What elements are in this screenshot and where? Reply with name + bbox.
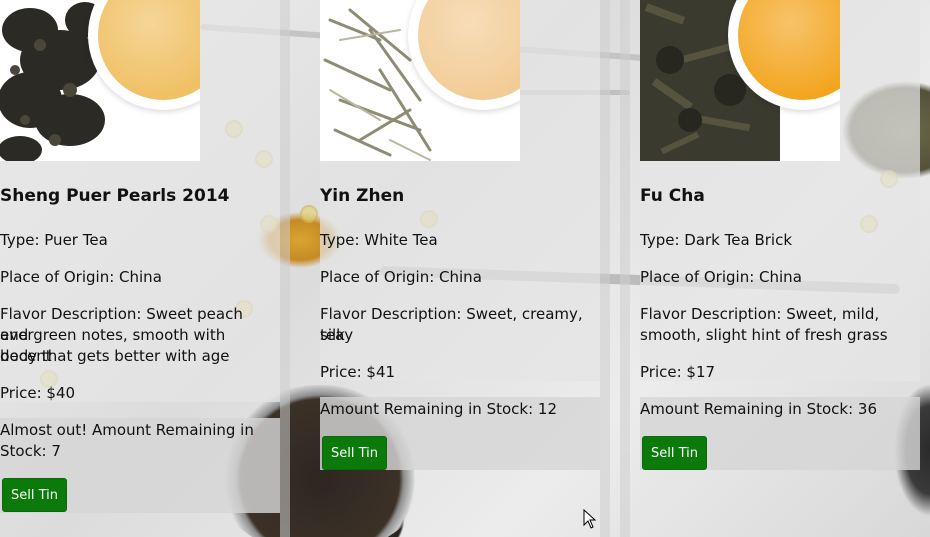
product-origin: Place of Origin: China [0, 268, 162, 286]
product-image [640, 0, 840, 161]
sell-tin-button[interactable]: Sell Tin [2, 478, 67, 512]
column-divider [620, 0, 630, 537]
product-origin: Place of Origin: China [320, 268, 482, 286]
product-title: Sheng Puer Pearls 2014 [0, 186, 230, 206]
column-divider [600, 0, 610, 537]
product-flavor: Flavor Description: Sweet, mild, [640, 305, 880, 323]
stock-count: Amount Remaining in Stock: 12 [320, 400, 557, 418]
product-price: Price: $17 [640, 363, 716, 381]
product-price: Price: $40 [0, 384, 76, 402]
product-flavor: body that gets better with age [0, 347, 230, 365]
product-title: Fu Cha [640, 186, 705, 206]
product-origin: Place of Origin: China [640, 268, 802, 286]
product-type: Type: White Tea [320, 231, 438, 249]
stock-count: Stock: 7 [0, 442, 61, 460]
product-image [320, 0, 520, 161]
product-flavor: smooth, slight hint of fresh grass [640, 326, 888, 344]
sell-tin-button[interactable]: Sell Tin [322, 436, 387, 470]
column-divider [280, 0, 290, 537]
product-flavor: tea [320, 326, 345, 344]
stock-count: Amount Remaining in Stock: 36 [640, 400, 877, 418]
stock-count: Almost out! Amount Remaining in [0, 421, 254, 439]
product-image [0, 0, 200, 161]
product-type: Type: Dark Tea Brick [640, 231, 792, 249]
sell-tin-button[interactable]: Sell Tin [642, 436, 707, 470]
mouse-cursor-icon [583, 509, 597, 529]
product-price: Price: $41 [320, 363, 396, 381]
product-title: Yin Zhen [320, 186, 405, 206]
product-type: Type: Puer Tea [0, 231, 108, 249]
